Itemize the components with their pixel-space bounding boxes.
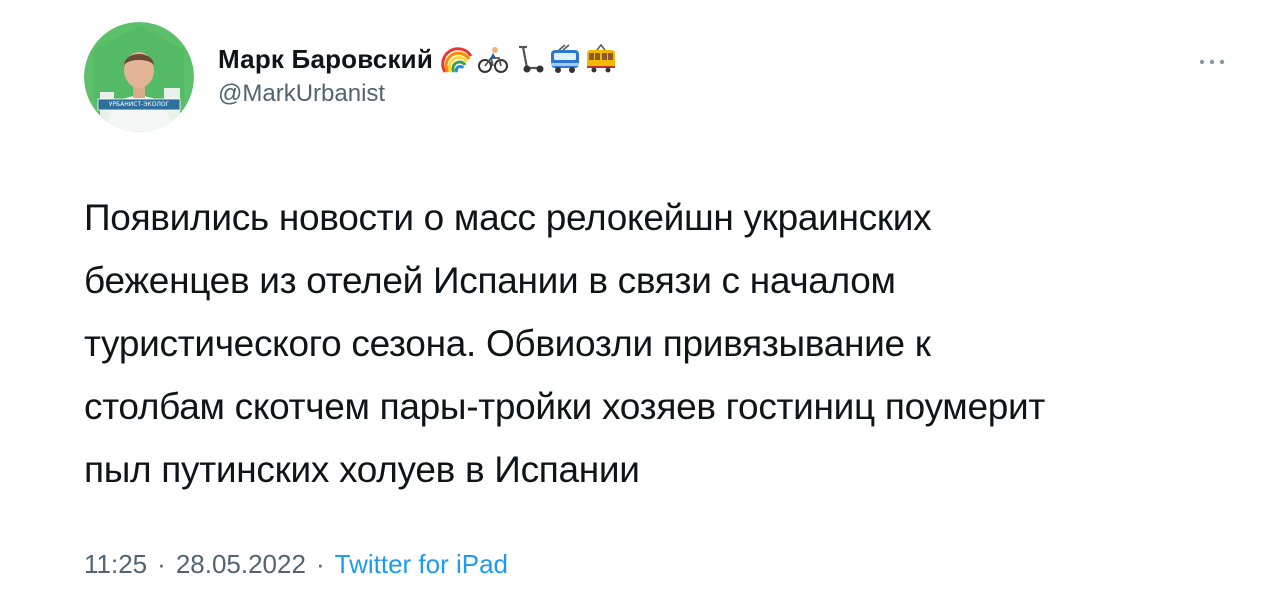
tweet-time[interactable]: 11:25 <box>84 549 147 580</box>
tweet-text: Появились новости о масс релокейшн украи… <box>84 197 1046 490</box>
tweet-card: УРБАНИСТ-ЭКОЛОГ Марк Баровский @MarkUrba… <box>0 0 1280 608</box>
avatar[interactable]: УРБАНИСТ-ЭКОЛОГ <box>84 22 194 132</box>
name-emojis <box>441 44 617 74</box>
name-row: Марк Баровский <box>218 42 617 76</box>
user-handle[interactable]: @MarkUrbanist <box>218 80 617 108</box>
more-dots-icon <box>1199 59 1225 65</box>
trolleybus-icon <box>549 44 581 74</box>
tweet-source-link[interactable]: Twitter for iPad <box>335 549 508 580</box>
meta-separator: · <box>157 549 166 579</box>
scooter-icon <box>513 44 545 74</box>
avatar-badge-text: УРБАНИСТ-ЭКОЛОГ <box>108 101 170 108</box>
meta-separator: · <box>315 549 325 579</box>
tram-icon <box>585 44 617 74</box>
rainbow-icon <box>441 44 473 74</box>
tweet-date[interactable]: 28.05.2022 <box>176 549 306 580</box>
avatar-image <box>84 22 194 132</box>
tweet-meta: 11:25 · 28.05.2022 · Twitter for iPad <box>84 549 508 580</box>
cyclist-icon <box>477 44 509 74</box>
display-name[interactable]: Марк Баровский <box>218 44 433 75</box>
more-options-button[interactable] <box>1198 52 1226 72</box>
author-block: Марк Баровский @MarkUrbanist <box>218 42 617 108</box>
